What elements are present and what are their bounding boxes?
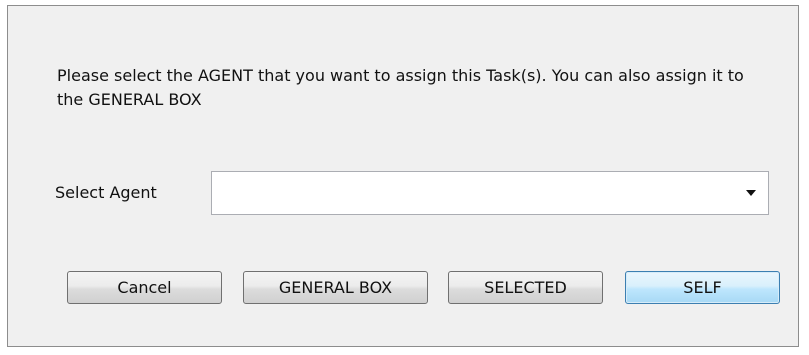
assign-agent-dialog: Please select the AGENT that you want to… bbox=[7, 5, 799, 347]
chevron-down-icon[interactable] bbox=[746, 190, 756, 196]
select-agent-label: Select Agent bbox=[55, 183, 157, 202]
dialog-message: Please select the AGENT that you want to… bbox=[57, 66, 744, 109]
cancel-button[interactable]: Cancel bbox=[67, 271, 222, 304]
selected-button[interactable]: SELECTED bbox=[448, 271, 603, 304]
self-button[interactable]: SELF bbox=[625, 271, 780, 304]
select-agent-dropdown[interactable] bbox=[211, 171, 769, 215]
general-box-button[interactable]: GENERAL BOX bbox=[243, 271, 428, 304]
